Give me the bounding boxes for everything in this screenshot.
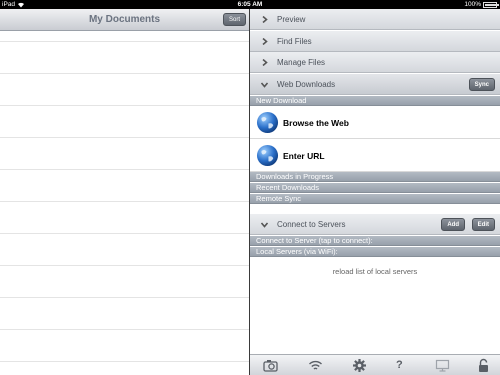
status-bar: iPad 6:05 AM 100% xyxy=(0,0,500,9)
browse-web-item[interactable]: Browse the Web xyxy=(250,107,500,139)
clock: 6:05 AM xyxy=(237,1,263,8)
local-servers-header: Local Servers (via WiFi): xyxy=(250,247,500,257)
gear-icon[interactable] xyxy=(352,358,367,373)
list-separator xyxy=(0,361,249,362)
battery-icon xyxy=(483,2,499,8)
section-web-downloads[interactable]: Web Downloads Sync xyxy=(250,74,500,95)
list-separator xyxy=(0,41,249,42)
documents-header: My Documents Sort xyxy=(0,9,249,31)
chevron-right-icon xyxy=(262,16,268,23)
section-preview[interactable]: Preview xyxy=(250,9,500,30)
document-list[interactable] xyxy=(0,32,249,375)
list-separator xyxy=(0,233,249,234)
globe-icon xyxy=(256,111,279,134)
edit-servers-button[interactable]: Edit xyxy=(471,218,495,231)
reload-servers-link[interactable]: reload list of local servers xyxy=(250,267,500,276)
section-connect-to-servers[interactable]: Connect to Servers Add Edit xyxy=(250,214,500,235)
wifi-icon[interactable] xyxy=(308,358,323,373)
section-label: Preview xyxy=(277,15,306,24)
chevron-right-icon xyxy=(262,59,268,66)
browse-web-label: Browse the Web xyxy=(283,118,349,128)
chevron-right-icon xyxy=(262,38,268,45)
page-title: My Documents xyxy=(88,14,161,25)
bottom-toolbar: ? xyxy=(250,354,500,375)
monitor-icon[interactable] xyxy=(435,358,450,373)
enter-url-item[interactable]: Enter URL xyxy=(250,140,500,172)
list-separator xyxy=(0,297,249,298)
actions-panel: Preview Find Files Manage Files Web Down… xyxy=(250,9,500,375)
new-download-header: New Download xyxy=(250,96,500,106)
add-server-button[interactable]: Add xyxy=(441,218,465,231)
list-separator xyxy=(0,329,249,330)
list-separator xyxy=(0,105,249,106)
remote-sync-header[interactable]: Remote Sync xyxy=(250,194,500,204)
section-label: Web Downloads xyxy=(277,80,336,89)
section-label: Find Files xyxy=(277,37,312,46)
section-find-files[interactable]: Find Files xyxy=(250,31,500,52)
downloads-in-progress-header[interactable]: Downloads in Progress xyxy=(250,172,500,182)
list-separator xyxy=(0,265,249,266)
list-separator xyxy=(0,73,249,74)
lock-icon[interactable] xyxy=(476,358,491,373)
list-separator xyxy=(0,169,249,170)
sync-button[interactable]: Sync xyxy=(468,78,495,91)
help-icon[interactable]: ? xyxy=(396,355,403,375)
connect-to-server-header: Connect to Server (tap to connect): xyxy=(250,236,500,246)
battery-percent: 100% xyxy=(464,1,481,8)
section-label: Connect to Servers xyxy=(277,220,346,229)
recent-downloads-header[interactable]: Recent Downloads xyxy=(250,183,500,193)
chevron-down-icon xyxy=(261,82,268,88)
enter-url-label: Enter URL xyxy=(283,151,325,161)
globe-icon xyxy=(256,144,279,167)
list-separator xyxy=(0,201,249,202)
battery-fill xyxy=(485,4,497,6)
camera-icon[interactable] xyxy=(263,358,278,373)
section-manage-files[interactable]: Manage Files xyxy=(250,52,500,73)
list-separator xyxy=(0,137,249,138)
documents-panel: My Documents Sort xyxy=(0,9,249,375)
section-label: Manage Files xyxy=(277,58,326,67)
chevron-down-icon xyxy=(261,222,268,228)
sort-button[interactable]: Sort xyxy=(222,13,246,26)
